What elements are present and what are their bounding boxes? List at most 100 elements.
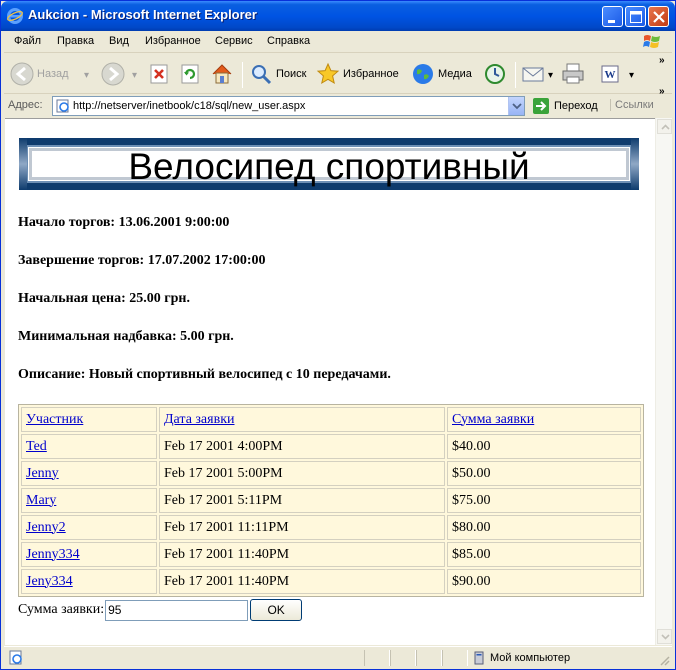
bid-amount: $75.00: [447, 488, 641, 513]
scroll-up-button[interactable]: [657, 119, 672, 134]
my-computer-icon: [474, 651, 484, 665]
forward-dropdown-icon[interactable]: ▾: [132, 70, 137, 81]
sort-participant-link[interactable]: Участник: [26, 412, 83, 427]
media-globe-icon: [413, 64, 433, 84]
menu-bar: Файл Правка Вид Избранное Сервис Справка: [4, 31, 672, 53]
menu-file[interactable]: Файл: [14, 35, 41, 47]
media-button[interactable]: Медиа: [411, 59, 472, 89]
back-dropdown-icon[interactable]: ▾: [84, 70, 89, 81]
history-icon: [485, 64, 505, 84]
ok-button[interactable]: OK: [250, 599, 303, 621]
bid-form: Сумма заявки: OK: [18, 599, 303, 621]
menu-favorites[interactable]: Избранное: [145, 35, 201, 47]
bid-date: Feb 17 2001 4:00PM: [159, 434, 445, 459]
window-title: Aukcion - Microsoft Internet Explorer: [28, 7, 257, 22]
page-icon: [56, 99, 69, 113]
status-cell: [364, 650, 390, 666]
ie-icon: [7, 8, 23, 24]
scroll-down-button[interactable]: [657, 629, 672, 644]
search-button[interactable]: Поиск: [249, 59, 306, 89]
refresh-button[interactable]: [179, 59, 201, 89]
table-row: Mary Feb 17 2001 5:11PM $75.00: [21, 488, 641, 513]
home-icon: [212, 64, 232, 84]
minimize-button[interactable]: [602, 6, 623, 27]
participant-link[interactable]: Mary: [26, 493, 56, 508]
bid-date: Feb 17 2001 11:40PM: [159, 542, 445, 567]
participant-link[interactable]: Ted: [26, 439, 47, 454]
close-icon: [653, 11, 665, 23]
forward-button[interactable]: [101, 59, 125, 89]
stop-icon: [150, 64, 168, 84]
browser-window: Aukcion - Microsoft Internet Explorer Фа…: [0, 0, 676, 670]
participant-link[interactable]: Jeny334: [26, 574, 73, 589]
word-icon: W: [601, 65, 619, 83]
menu-help[interactable]: Справка: [267, 35, 310, 47]
menu-edit[interactable]: Правка: [57, 35, 94, 47]
mail-button[interactable]: [521, 59, 547, 89]
mail-dropdown-icon[interactable]: ▾: [548, 70, 553, 81]
svg-text:W: W: [605, 69, 616, 81]
participant-link[interactable]: Jenny334: [26, 547, 80, 562]
favorites-button[interactable]: Избранное: [316, 59, 399, 89]
bid-date: Feb 17 2001 5:11PM: [159, 488, 445, 513]
start-price: Начальная цена: 25.00 грн.: [18, 291, 190, 306]
links-toolbar[interactable]: Ссылки: [610, 99, 654, 111]
stop-button[interactable]: [148, 59, 170, 89]
page-content: Велосипед спортивный Начало торгов: 13.0…: [5, 118, 655, 645]
address-label: Адрес:: [8, 99, 43, 111]
vertical-scrollbar[interactable]: [655, 118, 672, 645]
windows-logo-icon: [643, 35, 660, 48]
history-button[interactable]: [483, 59, 507, 89]
home-button[interactable]: [210, 59, 234, 89]
toolbar-overflow-icon[interactable]: »: [659, 55, 665, 66]
bid-amount: $80.00: [447, 515, 641, 540]
bid-amount: $40.00: [447, 434, 641, 459]
close-button[interactable]: [648, 6, 669, 27]
address-bar: Адрес: http://netserver/inetbook/c18/sql…: [4, 86, 672, 117]
links-overflow-icon[interactable]: »: [659, 86, 665, 97]
mail-icon: [522, 67, 544, 82]
address-dropdown-button[interactable]: [508, 97, 524, 115]
title-bar[interactable]: Aukcion - Microsoft Internet Explorer: [1, 1, 675, 31]
status-cell: [390, 650, 416, 666]
bid-amount: $90.00: [447, 569, 641, 594]
bid-amount: $85.00: [447, 542, 641, 567]
sort-amount-link[interactable]: Сумма заявки: [452, 412, 534, 427]
back-arrow-icon: [10, 62, 34, 86]
back-button[interactable]: Назад: [10, 59, 69, 89]
participant-link[interactable]: Jenny2: [26, 520, 66, 535]
participant-link[interactable]: Jenny: [26, 466, 59, 481]
address-input[interactable]: http://netserver/inetbook/c18/sql/new_us…: [52, 96, 525, 116]
bids-table: Участник Дата заявки Сумма заявки Ted Fe…: [18, 404, 644, 597]
item-description: Описание: Новый спортивный велосипед с 1…: [18, 367, 391, 382]
bid-amount-label: Сумма заявки:: [18, 602, 105, 617]
bid-date: Feb 17 2001 5:00PM: [159, 461, 445, 486]
minimize-icon: [608, 20, 615, 23]
forward-arrow-icon: [101, 62, 125, 86]
status-cell: [442, 650, 468, 666]
table-row: Jenny2 Feb 17 2001 11:11PM $80.00: [21, 515, 641, 540]
item-banner: Велосипед спортивный: [19, 138, 639, 190]
chevron-up-icon: [661, 124, 670, 130]
edit-word-button[interactable]: W: [599, 59, 621, 89]
go-button[interactable]: Переход: [532, 97, 598, 115]
table-row: Jenny334 Feb 17 2001 11:40PM $85.00: [21, 542, 641, 567]
maximize-button[interactable]: [625, 6, 646, 27]
auction-end: Завершение торгов: 17.07.2002 17:00:00: [18, 253, 266, 268]
menu-view[interactable]: Вид: [109, 35, 129, 47]
toolbar-separator: [515, 62, 516, 88]
table-row: Ted Feb 17 2001 4:00PM $40.00: [21, 434, 641, 459]
star-icon: [316, 62, 340, 85]
bid-amount-input[interactable]: [105, 599, 249, 621]
resize-grip-icon[interactable]: [658, 654, 670, 666]
bid-date: Feb 17 2001 11:40PM: [159, 569, 445, 594]
edit-dropdown-icon[interactable]: ▾: [629, 70, 634, 81]
status-bar: Мой компьютер: [4, 646, 672, 668]
menu-tools[interactable]: Сервис: [215, 35, 253, 47]
print-button[interactable]: [560, 59, 586, 89]
bid-date: Feb 17 2001 11:11PM: [159, 515, 445, 540]
sort-date-link[interactable]: Дата заявки: [164, 412, 235, 427]
page-status-icon: [9, 650, 22, 665]
toolbar-separator: [242, 62, 243, 88]
table-header-row: Участник Дата заявки Сумма заявки: [21, 407, 641, 432]
